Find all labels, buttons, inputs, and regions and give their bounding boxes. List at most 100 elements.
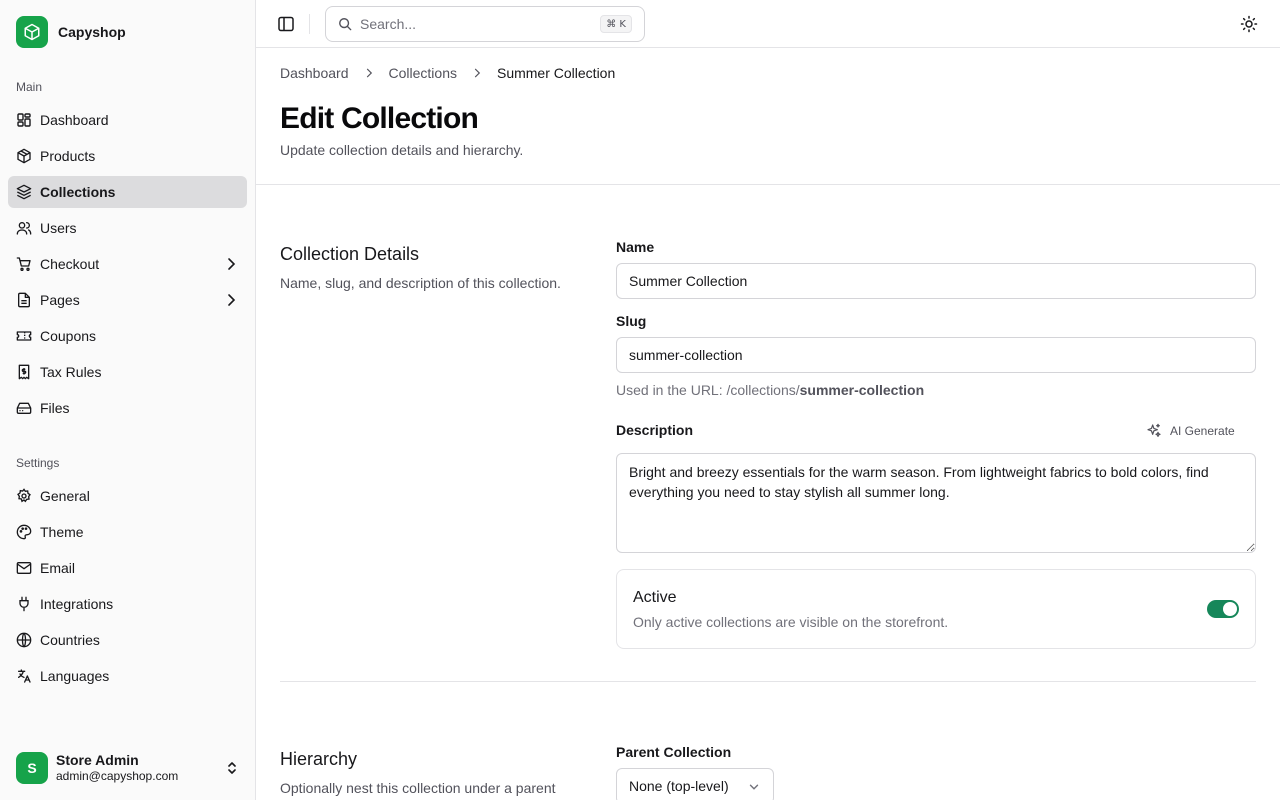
main-nav: Dashboard Products Collections Users Che… <box>8 104 247 428</box>
globe-icon <box>16 632 32 648</box>
sidebar-item-languages[interactable]: Languages <box>8 660 247 692</box>
slug-hint-value: summer-collection <box>799 382 925 398</box>
sidebar-item-label: Collections <box>40 184 116 200</box>
layers-icon <box>16 184 32 200</box>
search-box[interactable]: ⌘ K <box>325 6 645 42</box>
avatar: S <box>16 752 48 784</box>
description-textarea[interactable]: Bright and breezy essentials for the war… <box>616 453 1256 553</box>
parent-collection-label: Parent Collection <box>616 744 732 760</box>
sidebar-item-label: Email <box>40 560 76 576</box>
sidebar-toggle-icon[interactable] <box>277 15 295 33</box>
topbar-divider <box>309 14 310 34</box>
slug-hint-prefix: Used in the URL: /collections/ <box>616 382 800 398</box>
slug-input[interactable] <box>616 337 1256 373</box>
breadcrumb-collections[interactable]: Collections <box>389 65 457 81</box>
chevron-right-icon <box>228 294 236 306</box>
sidebar-item-label: General <box>40 488 90 504</box>
languages-icon <box>16 668 32 684</box>
box-icon <box>16 16 48 48</box>
sidebar-item-checkout[interactable]: Checkout <box>8 248 247 280</box>
sidebar-item-label: Products <box>40 148 96 164</box>
active-toggle[interactable] <box>1207 600 1239 618</box>
name-input[interactable] <box>616 263 1256 299</box>
sidebar-item-theme[interactable]: Theme <box>8 516 247 548</box>
chevron-right-icon <box>228 258 236 270</box>
sidebar-item-label: Integrations <box>40 596 114 612</box>
sidebar-item-tax-rules[interactable]: Tax Rules <box>8 356 247 388</box>
details-section-description: Name, slug, and description of this coll… <box>280 275 561 291</box>
parent-collection-value: None (top-level) <box>629 778 729 794</box>
details-section-title: Collection Details <box>280 244 420 264</box>
sidebar-item-collections[interactable]: Collections <box>8 176 247 208</box>
palette-icon <box>16 524 32 540</box>
active-card: Active Only active collections are visib… <box>616 569 1256 649</box>
sidebar-item-label: Languages <box>40 668 110 684</box>
plug-icon <box>16 596 32 612</box>
toggle-knob <box>1223 602 1237 616</box>
drive-icon <box>16 400 32 416</box>
package-icon <box>16 148 32 164</box>
users-icon <box>16 220 32 236</box>
chevron-right-icon <box>362 66 376 80</box>
sidebar-item-dashboard[interactable]: Dashboard <box>8 104 247 136</box>
main-content: Dashboard Collections Summer Collection … <box>256 48 1280 800</box>
sidebar-item-integrations[interactable]: Integrations <box>8 588 247 620</box>
file-icon <box>16 292 32 308</box>
hierarchy-section-title: Hierarchy <box>280 749 358 769</box>
slug-label: Slug <box>616 313 647 329</box>
chevron-down-icon <box>749 784 759 790</box>
settings-nav: General Theme Email Integrations Countri… <box>8 480 247 696</box>
user-info: Store Admin admin@capyshop.com <box>56 752 178 784</box>
ticket-icon <box>16 328 32 344</box>
search-shortcut: ⌘ K <box>600 15 632 33</box>
header-divider <box>256 184 1280 185</box>
sidebar-item-label: Tax Rules <box>40 364 102 380</box>
brand-name: Capyshop <box>58 24 126 40</box>
sun-icon[interactable] <box>1240 15 1258 33</box>
sidebar-item-label: Pages <box>40 292 80 308</box>
sidebar-item-users[interactable]: Users <box>8 212 247 244</box>
parent-collection-select[interactable]: None (top-level) <box>616 768 774 800</box>
sidebar-item-label: Dashboard <box>40 112 109 128</box>
user-menu[interactable]: S Store Admin admin@capyshop.com <box>16 752 240 784</box>
mail-icon <box>16 560 32 576</box>
search-icon <box>339 18 352 31</box>
sidebar-item-general[interactable]: General <box>8 480 247 512</box>
page-title: Edit Collection <box>280 102 479 135</box>
breadcrumb: Dashboard Collections Summer Collection <box>280 65 615 81</box>
user-email: admin@capyshop.com <box>56 769 179 783</box>
gear-icon <box>16 488 32 504</box>
chevron-right-icon <box>470 66 484 80</box>
ai-generate-label: AI Generate <box>1170 424 1235 438</box>
sidebar-item-products[interactable]: Products <box>8 140 247 172</box>
sidebar-item-countries[interactable]: Countries <box>8 624 247 656</box>
active-description: Only active collections are visible on t… <box>633 614 949 630</box>
active-title: Active <box>633 589 677 606</box>
name-label: Name <box>616 239 655 255</box>
sidebar-item-label: Checkout <box>40 256 100 272</box>
search-input[interactable] <box>360 16 580 32</box>
brand[interactable]: Capyshop <box>16 16 126 48</box>
topbar: ⌘ K <box>256 0 1280 48</box>
slug-hint: Used in the URL: /collections/summer-col… <box>616 382 924 398</box>
nav-group-settings-label: Settings <box>16 456 60 470</box>
sidebar-item-coupons[interactable]: Coupons <box>8 320 247 352</box>
sidebar-item-label: Coupons <box>40 328 97 344</box>
user-name: Store Admin <box>56 752 139 768</box>
sidebar-item-files[interactable]: Files <box>8 392 247 424</box>
ai-generate-button[interactable]: AI Generate <box>1146 420 1235 442</box>
nav-group-main-label: Main <box>16 80 43 94</box>
page-subtitle: Update collection details and hierarchy. <box>280 142 524 158</box>
sidebar-item-email[interactable]: Email <box>8 552 247 584</box>
cart-icon <box>16 256 32 272</box>
breadcrumb-current: Summer Collection <box>496 65 616 81</box>
hierarchy-section-description: Optionally nest this collection under a … <box>280 780 556 796</box>
sidebar-item-pages[interactable]: Pages <box>8 284 247 316</box>
receipt-icon <box>16 364 32 380</box>
sidebar-item-label: Files <box>40 400 70 416</box>
sparkles-icon <box>1147 423 1161 437</box>
breadcrumb-dashboard[interactable]: Dashboard <box>280 65 349 81</box>
chevrons-up-down-icon[interactable] <box>224 760 240 776</box>
sidebar-item-label: Theme <box>40 524 84 540</box>
sidebar: Capyshop Main Dashboard Products Collect… <box>0 0 256 800</box>
